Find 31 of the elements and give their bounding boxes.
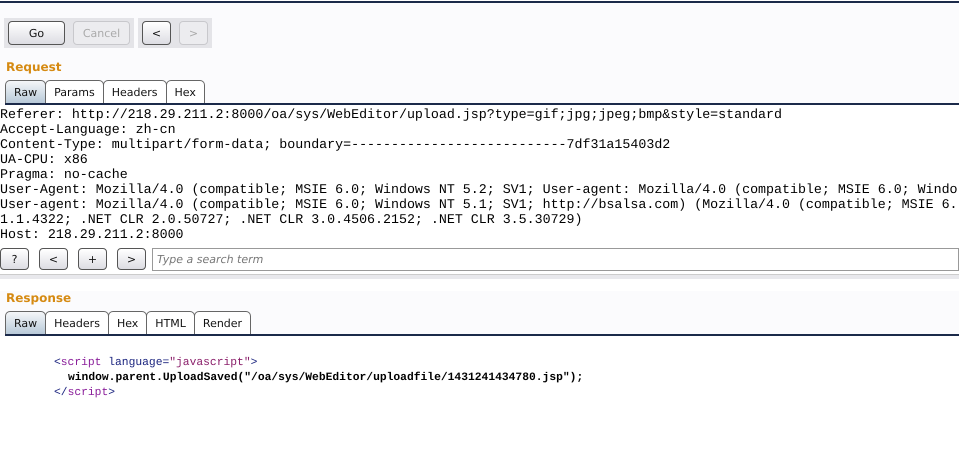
tab[interactable]: Hex <box>166 80 205 103</box>
tab[interactable]: HTML <box>146 311 195 334</box>
response-line: window.parent.UploadSaved("/oa/sys/WebEditor/uploadfile/1431241434780.jsp"); <box>67 371 584 386</box>
response-line: <script language="javascript"> <box>54 356 258 371</box>
go-button[interactable]: Go <box>8 21 65 45</box>
tab[interactable]: Render <box>194 311 252 334</box>
back-button[interactable]: < <box>142 21 171 45</box>
request-line: Pragma: no-cache <box>0 167 129 182</box>
request-line: UA-CPU: x86 <box>0 152 89 167</box>
add-button[interactable]: + <box>78 248 107 270</box>
request-line: Accept-Language: zh-cn <box>0 122 177 137</box>
tab[interactable]: Raw <box>5 80 46 103</box>
request-line: User-agent: Mozilla/4.0 (compatible; MSIE 6.0; Windows NT 5.1; SV1; http://bsalsa.com) (Mozilla/4.0 (compatible; MSIE 6. <box>0 197 959 212</box>
splitter-handle[interactable] <box>0 275 959 279</box>
section-title: Response <box>6 291 72 307</box>
request-line: Content-Type: multipart/form-data; boundary=---------------------------7df31a15403d2 <box>0 137 672 152</box>
tab[interactable]: Hex <box>108 311 148 334</box>
help-button[interactable]: ? <box>0 248 29 270</box>
request-line: 1.1.4322; .NET CLR 2.0.50727; .NET CLR 3.0.4506.2152; .NET CLR 3.5.30729) <box>0 212 584 227</box>
request-line: Host: 218.29.211.2:8000 <box>0 227 185 242</box>
tab[interactable]: Headers <box>102 80 167 103</box>
next-button[interactable]: > <box>117 248 146 270</box>
tab[interactable]: Headers <box>45 311 109 334</box>
request-line: Referer: http://218.29.211.2:8000/oa/sys/WebEditor/upload.jsp?type=gif;jpg;jpeg;bmp&style=standard <box>0 107 783 122</box>
response-line: </script> <box>54 386 116 401</box>
section-title: Request <box>6 60 63 76</box>
previous-button[interactable]: < <box>39 248 68 270</box>
request-line: User-Agent: Mozilla/4.0 (compatible; MSIE 6.0; Windows NT 5.2; SV1; User-agent: Mozilla/4.0 (compatible; MSIE 6.0; Windo <box>0 182 959 197</box>
search-field[interactable]: Type a search term <box>152 248 959 271</box>
tab[interactable]: Params <box>45 80 104 103</box>
tab[interactable]: Raw <box>5 311 46 334</box>
